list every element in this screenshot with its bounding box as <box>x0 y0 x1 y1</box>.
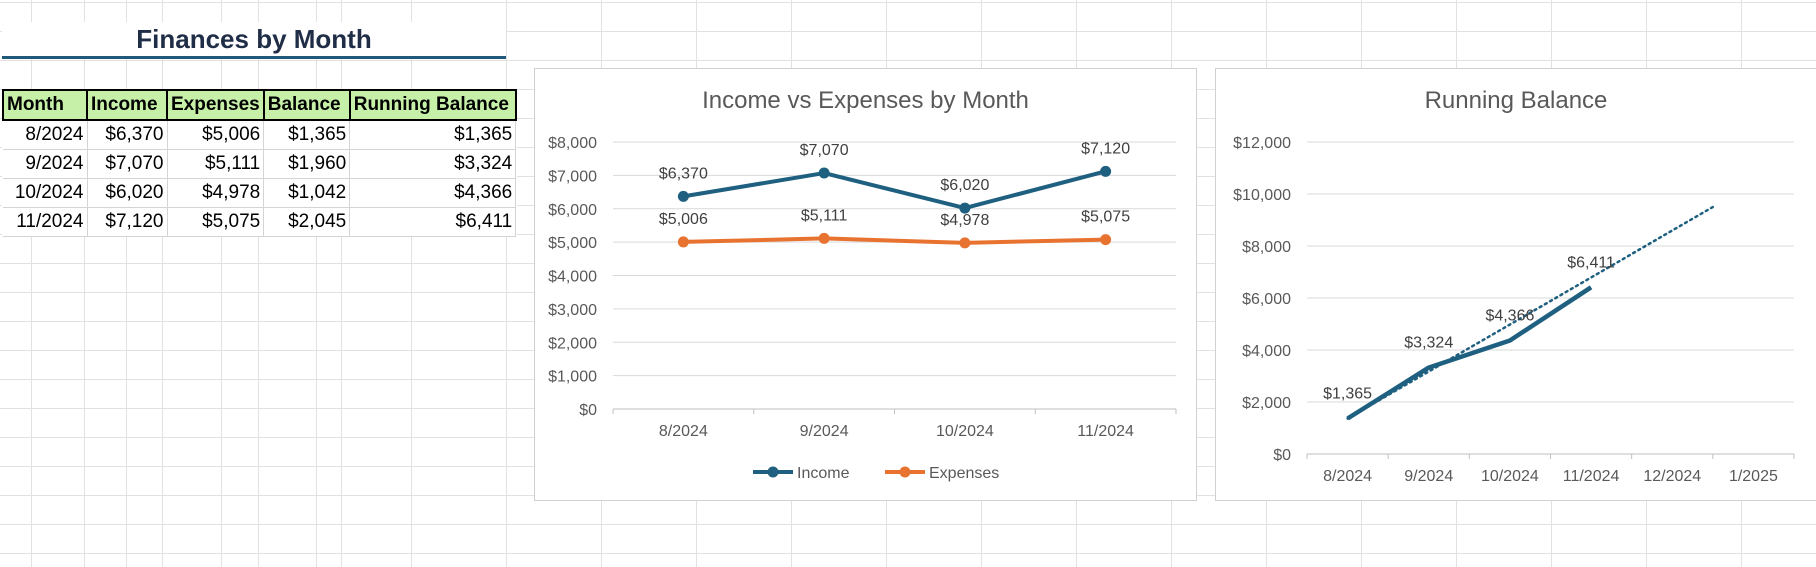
x-tick-label: 11/2024 <box>1563 468 1620 485</box>
y-tick-label: $12,000 <box>1233 135 1291 152</box>
y-tick-label: $6,000 <box>1242 291 1291 308</box>
y-tick-label: $6,000 <box>548 202 597 219</box>
header-cell-income[interactable]: Income <box>86 89 168 121</box>
cell[interactable]: 8/2024 <box>3 120 88 150</box>
cell[interactable]: 9/2024 <box>3 149 88 179</box>
data-label: $5,075 <box>1081 209 1130 226</box>
income-vs-expenses-plot: $0 $1,000 $2,000 $3,000 $4,000 $5,000 $6,000 $7… <box>548 135 1177 482</box>
y-tick-label: $8,000 <box>548 135 597 152</box>
y-tick-label: $4,000 <box>1242 343 1291 360</box>
header-cell-expenses[interactable]: Expenses <box>166 89 265 121</box>
cell[interactable]: $5,006 <box>167 120 265 150</box>
y-tick-label: $0 <box>579 402 597 419</box>
y-tick-label: $1,000 <box>548 369 597 386</box>
x-tick-label: 1/2025 <box>1729 468 1778 485</box>
x-tick-label: 8/2024 <box>659 423 708 440</box>
data-point <box>1100 165 1112 177</box>
cell[interactable]: $5,111 <box>167 149 265 179</box>
data-label: $5,006 <box>659 211 708 228</box>
data-point <box>677 236 689 248</box>
cell[interactable]: $3,324 <box>349 149 517 179</box>
cell[interactable]: $7,120 <box>87 207 168 237</box>
x-tick-label: 10/2024 <box>936 423 994 440</box>
data-label: $5,111 <box>801 207 848 224</box>
cell[interactable]: $4,366 <box>349 178 517 208</box>
y-tick-label: $2,000 <box>548 335 597 352</box>
y-tick-label: $8,000 <box>1242 239 1291 256</box>
data-label: $6,411 <box>1567 254 1615 271</box>
table-header-row: Month Income Expenses Balance Running Ba… <box>2 89 517 121</box>
y-tick-label: $5,000 <box>548 235 597 252</box>
cell[interactable]: $7,070 <box>87 149 168 179</box>
data-point <box>959 237 971 249</box>
cell[interactable]: $2,045 <box>263 207 351 237</box>
y-tick-label: $10,000 <box>1233 187 1291 204</box>
cell[interactable]: $4,978 <box>167 178 265 208</box>
running-balance-plot: $0 $2,000 $4,000 $6,000 $8,000 $10,000 $12,000… <box>1233 135 1795 485</box>
data-point <box>1100 234 1112 246</box>
data-label: $1,365 <box>1323 386 1372 403</box>
data-label: $3,324 <box>1404 335 1453 352</box>
table-row: 8/2024 $6,370 $5,006 $1,365 $1,365 <box>3 120 517 150</box>
cell[interactable]: 10/2024 <box>3 178 88 208</box>
header-cell-month[interactable]: Month <box>2 89 88 121</box>
data-point <box>818 232 830 244</box>
x-tick-label: 12/2024 <box>1643 468 1701 485</box>
spreadsheet-left-grid <box>0 0 507 567</box>
x-tick-label: 11/2024 <box>1077 423 1134 440</box>
y-tick-label: $4,000 <box>548 269 597 286</box>
cell[interactable]: $6,020 <box>87 178 168 208</box>
cell[interactable]: $1,365 <box>349 120 517 150</box>
x-tick-label: 9/2024 <box>800 423 849 440</box>
cell[interactable]: 11/2024 <box>3 207 88 237</box>
data-label: $7,120 <box>1081 140 1130 157</box>
y-tick-label: $3,000 <box>548 302 597 319</box>
cell[interactable]: $1,960 <box>263 149 351 179</box>
data-label: $4,366 <box>1485 307 1534 324</box>
cell[interactable]: $5,075 <box>167 207 265 237</box>
data-label: $4,978 <box>940 212 989 229</box>
series-line-running-balance <box>1346 285 1593 421</box>
data-label: $6,020 <box>940 177 989 194</box>
cell[interactable]: $1,042 <box>263 178 351 208</box>
running-balance-chart[interactable]: Running Balance $0 $2,000 $4,000 $6,000 $8,0… <box>1215 68 1816 501</box>
header-cell-running-balance[interactable]: Running Balance <box>348 89 517 121</box>
y-tick-label: $0 <box>1273 447 1291 464</box>
income-vs-expenses-chart[interactable]: Income vs Expenses by Month $0 $1,000 $2,0… <box>534 68 1197 501</box>
data-point <box>818 167 830 179</box>
finance-table: Month Income Expenses Balance Running Ba… <box>2 89 517 237</box>
cell[interactable]: $6,411 <box>349 207 517 237</box>
data-label: $6,370 <box>659 165 708 182</box>
x-tick-label: 10/2024 <box>1481 468 1539 485</box>
y-tick-label: $2,000 <box>1242 395 1291 412</box>
legend-marker <box>899 466 911 478</box>
table-row: 11/2024 $7,120 $5,075 $2,045 $6,411 <box>3 207 517 237</box>
data-label: $7,070 <box>800 142 849 159</box>
data-point <box>677 190 689 202</box>
legend-marker <box>767 466 779 478</box>
legend-label: Income <box>797 465 850 482</box>
cell[interactable]: $6,370 <box>87 120 168 150</box>
legend-label: Expenses <box>929 465 999 482</box>
table-row: 9/2024 $7,070 $5,111 $1,960 $3,324 <box>3 149 517 179</box>
table-row: 10/2024 $6,020 $4,978 $1,042 $4,366 <box>3 178 517 208</box>
x-tick-label: 9/2024 <box>1404 468 1453 485</box>
x-tick-label: 8/2024 <box>1323 468 1372 485</box>
sheet-title[interactable]: Finances by Month <box>2 22 506 59</box>
cell[interactable]: $1,365 <box>263 120 351 150</box>
series-line-income <box>683 169 1107 211</box>
series-line-expenses <box>683 236 1106 245</box>
y-tick-label: $7,000 <box>548 168 597 185</box>
header-cell-balance[interactable]: Balance <box>262 89 351 121</box>
